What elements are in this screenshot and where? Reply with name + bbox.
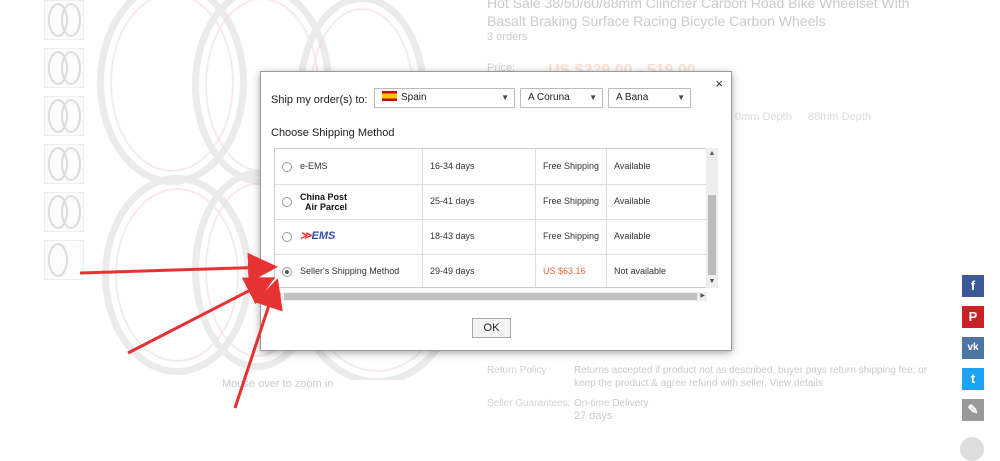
annotation-arrow-2 <box>127 277 276 355</box>
annotation-arrow-1 <box>79 252 278 283</box>
annotation-arrow-3 <box>233 278 283 409</box>
annotation-arrows <box>79 252 283 409</box>
